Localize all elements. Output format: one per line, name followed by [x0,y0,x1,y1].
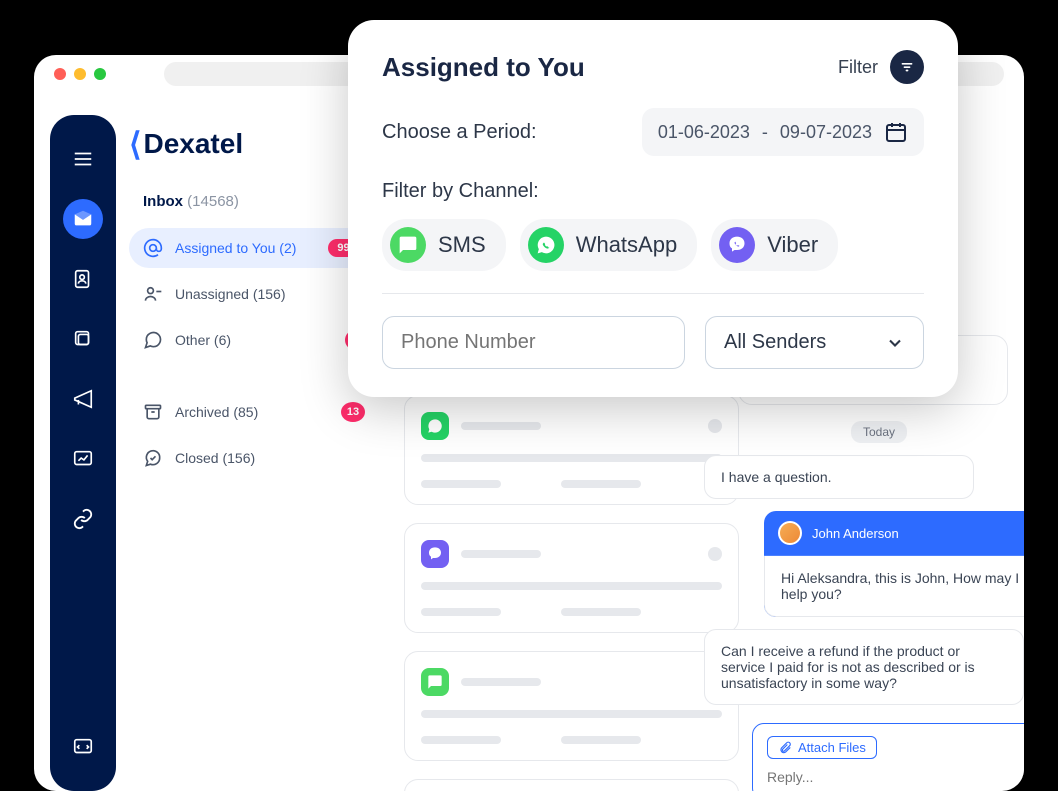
inbox-item-closed[interactable]: Closed (156) [129,438,379,478]
conversation-list [404,395,739,791]
menu-icon[interactable] [63,139,103,179]
nav-analytics[interactable] [63,439,103,479]
nav-integrations[interactable] [63,499,103,539]
at-icon [143,238,163,258]
person-minus-icon [143,284,163,304]
filter-icon [890,50,924,84]
channel-chip-sms[interactable]: SMS [382,219,506,271]
message-incoming: Can I receive a refund if the product or… [704,629,1024,705]
date-to: 09-07-2023 [780,122,872,143]
nav-developer[interactable] [63,727,103,767]
inbox-item-archived[interactable]: Archived (85) 13 [129,392,379,432]
date-divider: Today [704,423,1024,441]
reply-box[interactable]: Attach Files [752,723,1024,791]
inbox-item-unassigned[interactable]: Unassigned (156) [129,274,379,314]
inbox-item-label: Assigned to You (2) [175,240,328,256]
filter-panel-title: Assigned to You [382,52,585,83]
filter-button[interactable]: Filter [838,50,924,84]
message-agent: John Anderson Hi Aleksandra, this is Joh… [764,511,1024,617]
avatar [778,521,802,545]
inbox-item-other[interactable]: Other (6) 2 [129,320,379,360]
conversation-card[interactable] [404,523,739,633]
nav-campaigns[interactable] [63,379,103,419]
sms-icon [390,227,426,263]
chat-panel: Today I have a question. John Anderson H… [704,335,1024,791]
sms-icon [421,668,449,696]
inbox-item-badge: 13 [341,402,365,422]
phone-number-input[interactable] [382,316,685,369]
archive-icon [143,402,163,422]
senders-dropdown[interactable]: All Senders [705,316,924,369]
channel-chip-viber[interactable]: Viber [711,219,838,271]
nav-contacts[interactable] [63,259,103,299]
whatsapp-icon [528,227,564,263]
inbox-item-label: Archived (85) [175,404,341,420]
agent-name: John Anderson [812,526,899,541]
chevron-down-icon [885,333,905,353]
chat-icon [143,330,163,350]
inbox-header: Inbox (14568) [129,193,379,210]
conversation-card[interactable] [404,651,739,761]
inbox-count: (14568) [187,193,239,210]
inbox-item-label: Closed (156) [175,450,365,466]
inbox-item-label: Unassigned (156) [175,286,365,302]
conversation-card[interactable] [404,779,739,791]
nav-inbox[interactable] [63,199,103,239]
logo: ⟨Dexatel [129,125,379,163]
date-range-picker[interactable]: 01-06-2023 - 09-07-2023 [642,108,924,156]
viber-icon [421,540,449,568]
inbox-item-assigned[interactable]: Assigned to You (2) 99+ [129,228,379,268]
window-close-button[interactable] [54,68,66,80]
window-maximize-button[interactable] [94,68,106,80]
calendar-icon [884,120,908,144]
reply-input[interactable] [767,769,1024,785]
conversation-card[interactable] [404,395,739,505]
whatsapp-icon [421,412,449,440]
sidebar-nav [50,115,116,791]
date-from: 01-06-2023 [658,122,750,143]
viber-icon [719,227,755,263]
window-minimize-button[interactable] [74,68,86,80]
chat-check-icon [143,448,163,468]
inbox-item-label: Other (6) [175,332,345,348]
inbox-list: Assigned to You (2) 99+ Unassigned (156)… [129,228,379,478]
agent-message-body: Hi Aleksandra, this is John, How may I h… [764,556,1024,617]
nav-templates[interactable] [63,319,103,359]
inbox-panel: ⟨Dexatel Inbox (14568) Assigned to You (… [129,125,379,478]
filter-panel: Assigned to You Filter Choose a Period: … [348,20,958,397]
channel-filter-label: Filter by Channel: [382,180,924,203]
inbox-title: Inbox [143,193,183,210]
message-incoming: I have a question. [704,455,974,499]
paperclip-icon [778,741,792,755]
attach-files-button[interactable]: Attach Files [767,736,877,759]
brand-name: Dexatel [143,128,243,160]
channel-chip-whatsapp[interactable]: WhatsApp [520,219,698,271]
period-label: Choose a Period: [382,121,537,144]
